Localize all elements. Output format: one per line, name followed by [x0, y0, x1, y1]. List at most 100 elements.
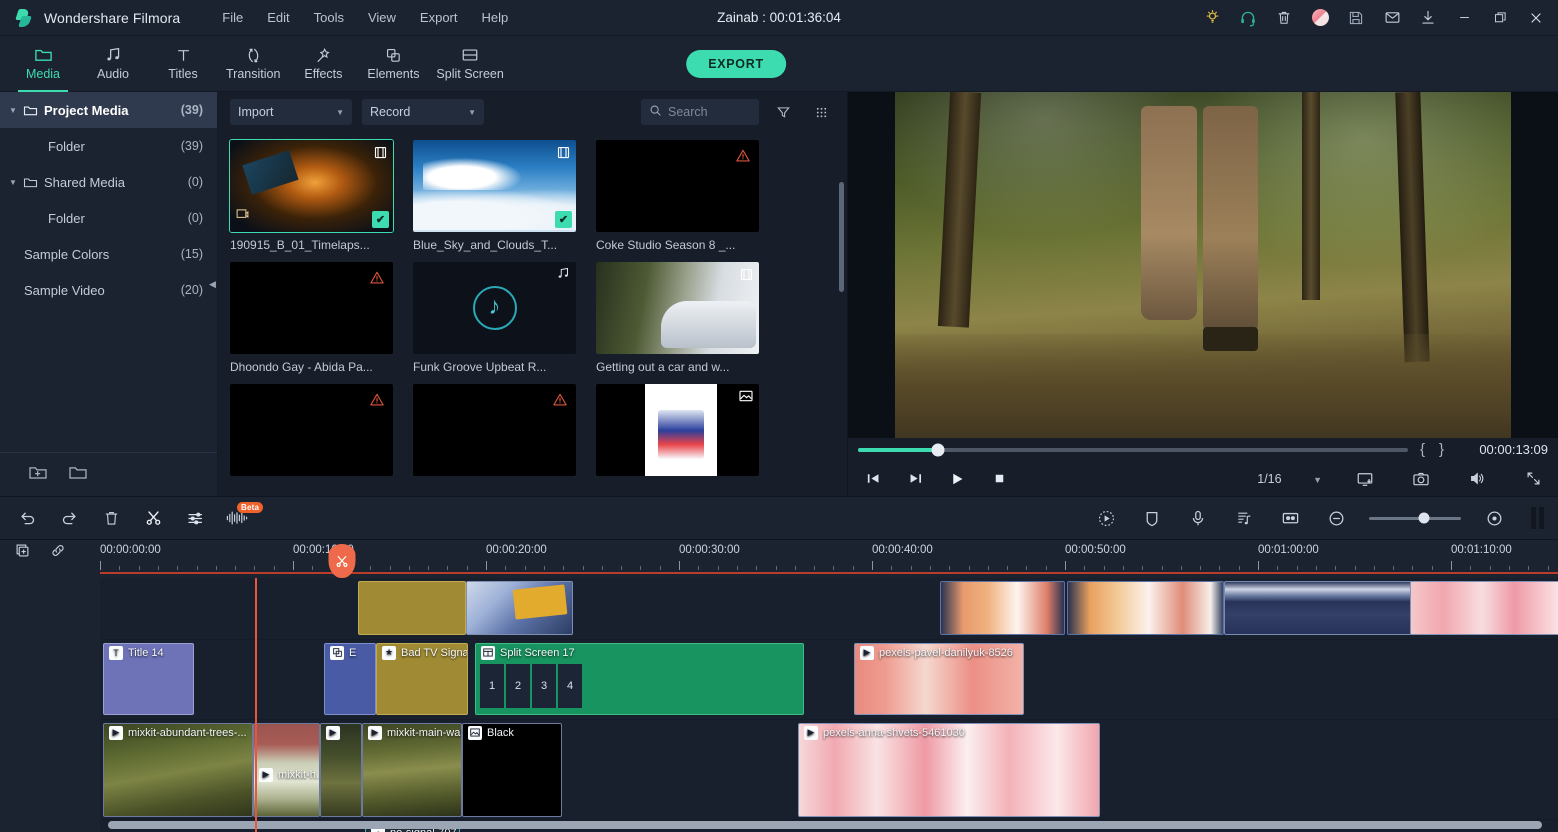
chevron-down-icon[interactable]: ▼: [6, 106, 20, 115]
audio-detach-icon[interactable]: [1231, 505, 1257, 531]
avatar-icon[interactable]: [1302, 0, 1338, 36]
add-track-icon[interactable]: [14, 542, 31, 564]
timeline-clip[interactable]: ▶ mixkit-main-walk: [362, 723, 462, 817]
menu-edit[interactable]: Edit: [257, 5, 299, 30]
media-item[interactable]: [596, 384, 759, 476]
lightbulb-icon[interactable]: [1194, 0, 1230, 36]
split-scissors-icon[interactable]: [140, 505, 166, 531]
mask-icon[interactable]: [1139, 505, 1165, 531]
media-item[interactable]: Coke Studio Season 8 _...: [596, 140, 759, 252]
zoom-in-icon[interactable]: [1481, 505, 1507, 531]
media-thumbnail[interactable]: ✔: [229, 139, 394, 233]
tab-media[interactable]: Media: [8, 36, 78, 92]
zoom-out-icon[interactable]: [1323, 505, 1349, 531]
media-item[interactable]: ✔ 190915_B_01_Timelaps...: [229, 139, 394, 252]
sidebar-item-folder-1[interactable]: Folder (39): [0, 128, 217, 164]
media-thumbnail[interactable]: [596, 140, 759, 232]
menu-view[interactable]: View: [358, 5, 406, 30]
sidebar-item-folder-2[interactable]: Folder (0): [0, 200, 217, 236]
media-item[interactable]: [413, 384, 576, 476]
timeline-clip[interactable]: [466, 581, 573, 635]
timeline-clip[interactable]: ★ Bad TV Signal: [376, 643, 468, 715]
tab-titles[interactable]: Titles: [148, 36, 218, 92]
new-folder-icon[interactable]: [28, 464, 48, 486]
save-icon[interactable]: [1338, 0, 1374, 36]
media-item[interactable]: Dhoondo Gay - Abida Pa...: [230, 262, 393, 374]
headset-icon[interactable]: [1230, 0, 1266, 36]
fullscreen-icon[interactable]: [1520, 466, 1546, 492]
delete-icon[interactable]: [98, 505, 124, 531]
timeline-clip[interactable]: ▶ pexels-anna-shvets-5461030: [798, 723, 1100, 817]
timeline-zoom-slider[interactable]: [1369, 512, 1461, 524]
import-dropdown[interactable]: Import ▼: [230, 99, 352, 125]
timeline-clip[interactable]: ▶ mixkit-abundant-trees-...: [103, 723, 253, 817]
timeline-clip[interactable]: [358, 581, 466, 635]
stop-icon[interactable]: [986, 466, 1012, 492]
close-button[interactable]: [1518, 0, 1554, 36]
play-icon[interactable]: [944, 466, 970, 492]
export-button[interactable]: EXPORT: [686, 50, 786, 78]
track-lane[interactable]: [100, 578, 1558, 640]
mark-out-button[interactable]: }: [1437, 441, 1446, 458]
tab-transition[interactable]: Transition: [218, 36, 288, 92]
seek-track[interactable]: [858, 443, 1408, 457]
tab-audio[interactable]: Audio: [78, 36, 148, 92]
open-folder-icon[interactable]: [68, 464, 88, 486]
sidebar-item-sample-video[interactable]: Sample Video (20): [0, 272, 217, 308]
timeline-clip[interactable]: Black: [462, 723, 562, 817]
prev-frame-icon[interactable]: [860, 466, 886, 492]
redo-icon[interactable]: [56, 505, 82, 531]
split-cell[interactable]: 1: [480, 664, 504, 708]
split-cell[interactable]: 4: [558, 664, 582, 708]
media-thumbnail[interactable]: ✔: [413, 140, 576, 232]
sidebar-item-sample-colors[interactable]: Sample Colors (15): [0, 236, 217, 272]
media-item[interactable]: Funk Groove Upbeat R...: [413, 262, 576, 374]
grid-view-icon[interactable]: [807, 99, 835, 125]
download-icon[interactable]: [1410, 0, 1446, 36]
media-item[interactable]: ✔ Blue_Sky_and_Clouds_T...: [413, 140, 576, 252]
collapse-left-icon[interactable]: ◀: [208, 270, 217, 298]
quality-dropdown[interactable]: 1/16 ▼: [1257, 472, 1322, 486]
zoom-slider-handle[interactable]: [1418, 512, 1430, 524]
track-lane[interactable]: T Title 14 E ★ Bad TV Signal Split Scree…: [100, 640, 1558, 720]
restore-button[interactable]: [1482, 0, 1518, 36]
media-scrollbar[interactable]: [839, 182, 844, 292]
color-match-icon[interactable]: [1093, 505, 1119, 531]
timeline-clip[interactable]: [1067, 581, 1224, 635]
tab-elements[interactable]: Elements: [358, 36, 428, 92]
timeline-clip[interactable]: ▶: [320, 723, 362, 817]
trash-icon[interactable]: [1266, 0, 1302, 36]
media-item[interactable]: [230, 384, 393, 476]
media-thumbnail[interactable]: [230, 262, 393, 354]
mark-in-button[interactable]: {: [1418, 441, 1427, 458]
chevron-down-icon[interactable]: ▼: [1313, 475, 1322, 485]
timeline-clip[interactable]: [1224, 581, 1414, 635]
render-preview-icon[interactable]: [1531, 507, 1544, 529]
split-cell[interactable]: 2: [506, 664, 530, 708]
filter-icon[interactable]: [769, 99, 797, 125]
timeline-clip[interactable]: E: [324, 643, 376, 715]
record-dropdown[interactable]: Record ▼: [362, 99, 484, 125]
menu-file[interactable]: File: [212, 5, 253, 30]
media-thumbnail[interactable]: [596, 384, 759, 476]
seek-handle[interactable]: [931, 443, 945, 457]
timeline-clip[interactable]: [940, 581, 1065, 635]
track-lane[interactable]: ▶ mixkit-abundant-trees-... ▶ mixkit-h..…: [100, 720, 1558, 820]
menu-export[interactable]: Export: [410, 5, 468, 30]
media-thumbnail[interactable]: [413, 384, 576, 476]
chevron-down-icon[interactable]: ▼: [6, 178, 20, 187]
timeline-clip[interactable]: ▶ pexels-pavel-danilyuk-8526: [854, 643, 1024, 715]
adjust-sliders-icon[interactable]: [182, 505, 208, 531]
audio-waveform-icon[interactable]: Beta: [224, 502, 264, 531]
menu-tools[interactable]: Tools: [304, 5, 354, 30]
undo-icon[interactable]: [14, 505, 40, 531]
media-thumbnail[interactable]: [230, 384, 393, 476]
marker-icon[interactable]: [1277, 505, 1303, 531]
menu-help[interactable]: Help: [472, 5, 519, 30]
split-cell[interactable]: 3: [532, 664, 556, 708]
timeline-clip[interactable]: [1410, 581, 1558, 635]
media-thumbnail[interactable]: [596, 262, 759, 354]
snapshot-to-pc-icon[interactable]: [1352, 466, 1378, 492]
playhead[interactable]: [255, 578, 257, 832]
minimize-button[interactable]: [1446, 0, 1482, 36]
